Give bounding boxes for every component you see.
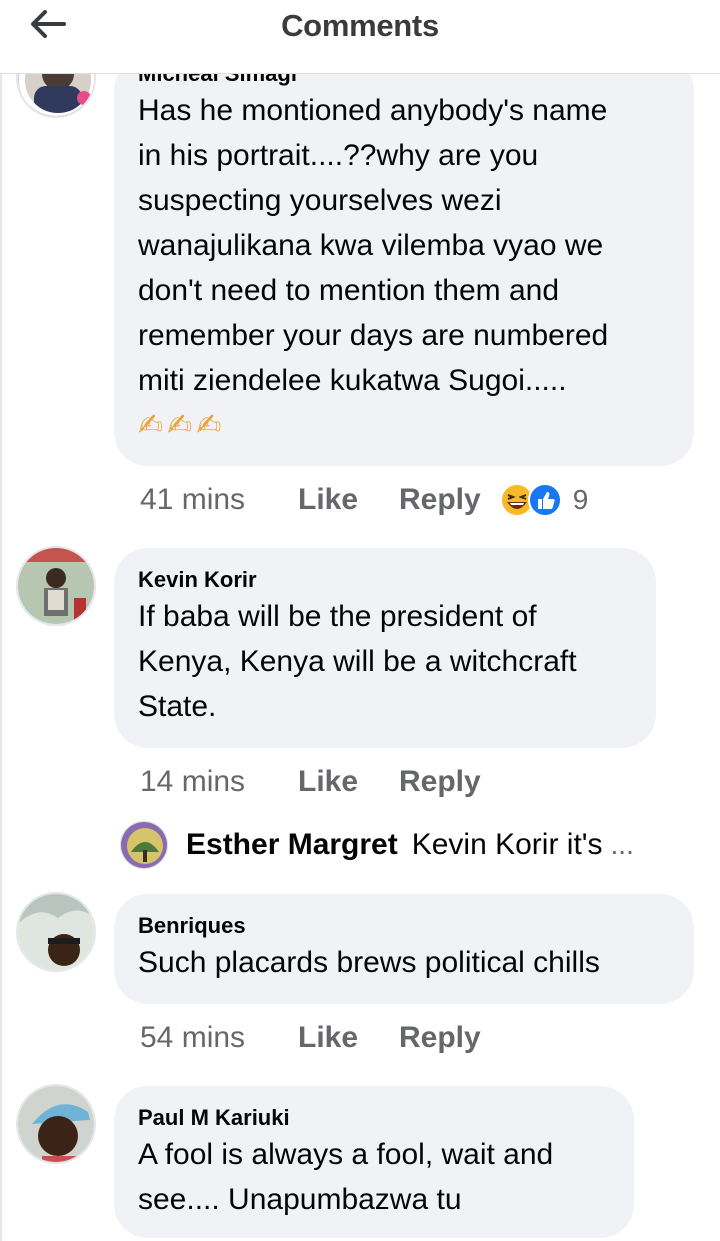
comment-author[interactable]: Benriques — [138, 912, 670, 940]
comment-bubble: Paul M Kariuki A fool is always a fool, … — [114, 1086, 634, 1238]
avatar — [120, 821, 168, 869]
comment-time: 54 mins — [140, 1021, 246, 1054]
comment-bubble: Benriques Such placards brews political … — [114, 894, 694, 1004]
avatar[interactable] — [16, 892, 96, 972]
comment-meta: 14 mins Like Reply — [140, 762, 481, 802]
comment-author[interactable]: Kevin Korir — [138, 566, 632, 594]
comment-line: wanajulikana kwa vilemba vyao we — [138, 229, 604, 262]
like-button[interactable]: Like — [298, 483, 399, 517]
reply-preview[interactable]: Esther Margret Kevin Korir it's ... — [120, 821, 634, 869]
comment-line: remember your days are numbered — [138, 319, 609, 352]
reply-text: Kevin Korir it's — [411, 828, 603, 861]
like-button[interactable]: Like — [298, 765, 399, 799]
comment-line: suspecting yourselves wezi — [138, 184, 502, 217]
comment-line: A fool is always a fool, wait and — [138, 1138, 554, 1171]
reply-button[interactable]: Reply — [399, 765, 481, 799]
reply-ellipsis: ... — [610, 829, 634, 860]
comment-bubble: Kevin Korir If baba will be the presiden… — [114, 548, 656, 748]
comments-feed: Micheal Simagi Has he montioned anybody'… — [0, 0, 720, 1241]
comment-author[interactable]: Paul M Kariuki — [138, 1104, 610, 1132]
comment-line: State. — [138, 690, 217, 723]
writing-hand-emojis: ✍✍✍ — [138, 409, 226, 442]
header-bar: Comments — [0, 0, 720, 74]
reply-button[interactable]: Reply — [399, 1021, 481, 1055]
comment-meta: 41 mins Like Reply 9 — [140, 480, 588, 520]
avatar[interactable] — [16, 1084, 96, 1164]
divider — [0, 74, 2, 1241]
comment-line: If baba will be the president of — [138, 600, 537, 633]
page-title: Comments — [281, 8, 439, 43]
comment-line: Such placards brews political chills — [138, 946, 600, 979]
comment-time: 14 mins — [140, 765, 246, 798]
comment-time: 41 mins — [140, 483, 246, 516]
comment-line: don't need to mention them and — [138, 274, 560, 307]
reaction-count: 9 — [572, 484, 589, 515]
reaction-summary[interactable]: 9 — [499, 482, 589, 518]
comment-line: in his portrait....??why are you — [138, 139, 539, 172]
comment-line: Has he montioned anybody's name — [138, 94, 608, 127]
reply-author: Esther Margret — [186, 828, 398, 861]
like-button[interactable]: Like — [298, 1021, 399, 1055]
comment-line: see.... Unapumbazwa tu — [138, 1183, 462, 1216]
avatar[interactable] — [16, 546, 96, 626]
comment-bubble: Micheal Simagi Has he montioned anybody'… — [114, 56, 694, 466]
comment-meta: 54 mins Like Reply — [140, 1018, 481, 1058]
thumbs-up-icon — [527, 483, 562, 517]
reply-button[interactable]: Reply — [399, 483, 481, 517]
comment-line: Kenya, Kenya will be a witchcraft — [138, 645, 577, 678]
comment-line: miti ziendelee kukatwa Sugoi..... — [138, 364, 567, 397]
